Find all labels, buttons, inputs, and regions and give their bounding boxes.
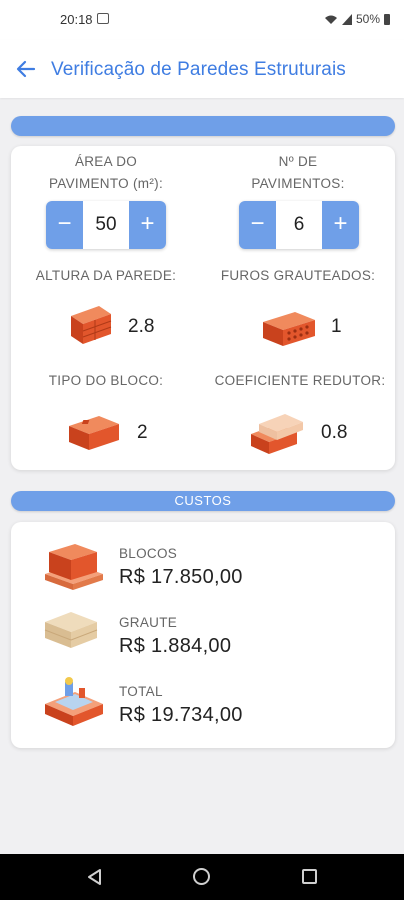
- total-cost-value: R$ 19.734,00: [119, 704, 243, 726]
- reduction-coef-value[interactable]: 0.8: [321, 422, 347, 444]
- inputs-card: ÁREA DO PAVIMENTO (m²): − 50 + Nº DE PAV…: [11, 146, 395, 470]
- floors-stepper: − 6 +: [239, 201, 359, 249]
- brick-stack-icon: [251, 414, 303, 454]
- wall-height-label: ALTURA DA PAREDE:: [35, 268, 177, 283]
- system-nav-bar: [0, 854, 404, 900]
- floors-label-line2: PAVIMENTOS:: [251, 176, 345, 191]
- block-type-value[interactable]: 2: [137, 422, 148, 444]
- nav-back-icon[interactable]: [86, 868, 104, 886]
- grout-bags-icon: [44, 612, 98, 648]
- grout-cost-value: R$ 1.884,00: [119, 635, 232, 657]
- status-indicators: 50%: [324, 12, 390, 26]
- block-type-label: TIPO DO BLOCO:: [48, 373, 164, 388]
- grout-cost-label: GRAUTE: [119, 615, 178, 630]
- status-time: 20:18: [60, 12, 93, 27]
- battery-percent: 50%: [355, 12, 380, 26]
- area-stepper: − 50 +: [46, 201, 166, 249]
- nav-home-icon[interactable]: [193, 868, 210, 885]
- gallery-notification-icon: [97, 13, 109, 24]
- area-label-line1: ÁREA DO: [74, 154, 138, 169]
- floors-label-line1: Nº DE: [278, 154, 318, 169]
- blocks-cost-label: BLOCOS: [119, 546, 178, 561]
- battery-icon: [384, 13, 390, 25]
- grouted-holes-label: FUROS GRAUTEADOS:: [220, 268, 376, 283]
- page-title: Verificação de Paredes Estruturais: [51, 59, 346, 80]
- wall-brick-icon: [71, 306, 112, 344]
- area-increment-button[interactable]: +: [129, 201, 166, 249]
- total-construction-icon: [45, 677, 103, 726]
- blocks-cost-value: R$ 17.850,00: [119, 566, 243, 588]
- blocks-pallet-icon: [45, 544, 103, 590]
- reduction-coef-label: COEFICIENTE REDUTOR:: [214, 373, 386, 388]
- nav-recents-icon[interactable]: [302, 869, 317, 884]
- wifi-icon: [324, 15, 337, 24]
- area-label: ÁREA DO PAVIMENTO (m²):: [25, 151, 187, 195]
- status-bar: 20:18 50%: [0, 0, 404, 40]
- app-bar: Verificação de Paredes Estruturais: [0, 40, 404, 98]
- floors-label: Nº DE PAVIMENTOS:: [217, 151, 379, 195]
- floors-value[interactable]: 6: [276, 201, 322, 249]
- area-value[interactable]: 50: [83, 201, 129, 249]
- floors-increment-button[interactable]: +: [322, 201, 359, 249]
- floors-decrement-button[interactable]: −: [239, 201, 276, 249]
- area-decrement-button[interactable]: −: [46, 201, 83, 249]
- block-icon: [69, 416, 119, 450]
- section-header-bar: [11, 116, 395, 136]
- back-arrow-icon[interactable]: [14, 57, 38, 81]
- wall-height-value[interactable]: 2.8: [128, 316, 154, 338]
- total-cost-label: TOTAL: [119, 684, 163, 699]
- area-label-line2: PAVIMENTO (m²):: [49, 176, 163, 191]
- signal-icon: [341, 13, 352, 25]
- costs-card: BLOCOS R$ 17.850,00 GRAUTE R$ 1.884,00 T…: [11, 522, 395, 748]
- hollow-brick-icon: [263, 312, 315, 346]
- grouted-holes-value[interactable]: 1: [331, 316, 342, 338]
- costs-header: CUSTOS: [11, 491, 395, 511]
